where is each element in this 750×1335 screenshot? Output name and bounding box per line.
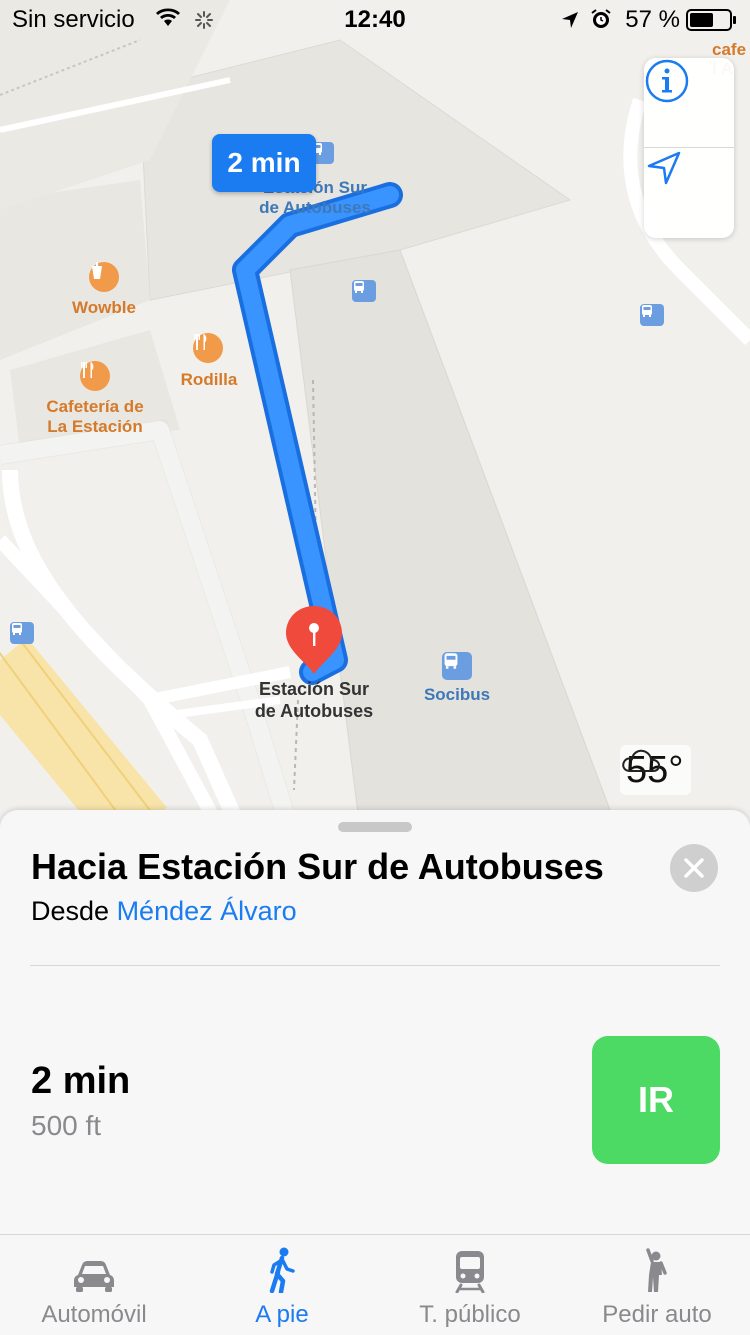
location-arrow-icon [647,151,681,185]
sheet-grabber[interactable] [338,822,412,832]
sheet-title: Hacia Estación Sur de Autobuses [31,846,604,887]
go-button[interactable]: IR [592,1036,720,1164]
info-button[interactable] [644,58,734,148]
walking-icon [269,1247,295,1293]
destination-label-line1: Estación Sur [258,679,370,699]
fork-knife-icon[interactable] [80,361,110,391]
eta-distance: 500 ft [31,1110,102,1141]
bus-icon[interactable] [442,652,472,680]
tab-ride[interactable]: Pedir auto [564,1235,750,1335]
destination-label-line2: de Autobuses [254,701,374,721]
directions-sheet: Hacia Estación Sur de Autobuses Desde Mé… [0,810,750,1234]
tab-walking[interactable]: A pie [188,1235,376,1335]
poi-label-rodilla[interactable]: Rodilla [150,370,268,390]
location-services-icon [562,12,578,28]
origin-prefix: Desde [31,896,110,926]
bus-icon[interactable] [640,304,664,326]
battery-icon [686,9,736,31]
destination-label[interactable]: Estación Sur de Autobuses [224,678,404,722]
cup-icon[interactable] [89,262,119,292]
tab-transit-label: T. público [419,1301,521,1328]
cloud-icon [622,749,661,772]
car-icon [74,1261,114,1292]
alarm-icon [591,9,611,28]
tab-driving[interactable]: Automóvil [0,1235,188,1335]
poi-label-wowble[interactable]: Wowble [44,298,164,318]
poi-label-cafeteria-line1: Cafetería de [46,397,144,416]
poi-label-cafeteria[interactable]: Cafetería de La Estación [20,397,170,437]
sheet-divider [30,965,720,966]
bus-label-socibus[interactable]: Socibus [402,685,512,705]
poi-label-cafeteria-line2: La Estación [47,417,143,436]
map-pin-icon[interactable] [284,604,344,676]
status-bar: Sin servicio 12:40 57 % [0,0,750,40]
eta-time: 2 min [31,1060,131,1102]
poi-label-corner-line1: cafe [712,40,747,59]
transport-mode-tabbar: Automóvil A pie T. público Pedir auto [0,1234,750,1335]
location-button[interactable] [644,148,734,238]
origin-line: Desde Méndez Álvaro [31,896,297,927]
bus-icon[interactable] [352,280,376,302]
battery-percentage: 57 % [625,6,680,33]
map-view[interactable]: Wowble Rodilla Cafetería de La Estación … [0,0,750,830]
bus-icon[interactable] [10,622,34,644]
close-button[interactable] [670,844,718,892]
tab-walking-label: A pie [255,1301,309,1328]
train-icon [455,1251,485,1293]
tab-driving-label: Automóvil [41,1301,147,1328]
close-icon [684,858,704,878]
weather-widget: 55° [620,745,692,795]
route-start-label-line2: de Autobuses [259,198,371,217]
info-icon [645,59,689,103]
origin-link[interactable]: Méndez Álvaro [117,896,297,926]
hail-icon [646,1248,667,1292]
route-time-badge[interactable]: 2 min [212,134,316,192]
map-controls [644,58,734,238]
tab-ride-label: Pedir auto [602,1301,712,1328]
tab-transit[interactable]: T. público [376,1235,564,1335]
fork-knife-icon[interactable] [193,333,223,363]
